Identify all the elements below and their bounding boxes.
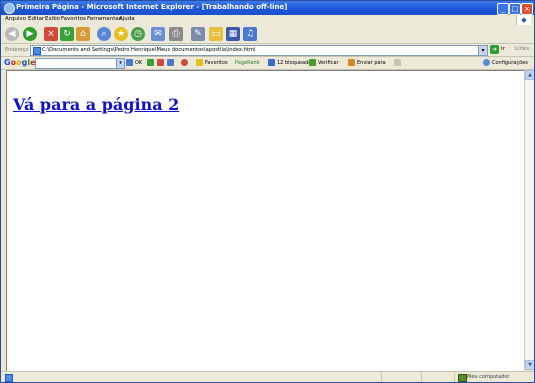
google-info-icon[interactable] [167, 59, 174, 66]
standard-toolbar: ◀ ▶ × ↻ ⌂ ⌕ ★ ◷ ✉ ⎙ ✎ ▭ ▦ ♫ [1, 25, 534, 44]
google-toolbar: Google ▾ OK Favoritos PageRank 12 bloque… [1, 57, 534, 70]
google-check-button[interactable]: Verificar [318, 60, 339, 66]
menu-item-ferramentas[interactable]: Ferramentas [87, 16, 122, 22]
vertical-scrollbar[interactable]: ▲ ▼ [524, 70, 534, 370]
scroll-up-icon[interactable]: ▲ [525, 70, 534, 80]
page-2-link[interactable]: Vá para a página 2 [13, 95, 179, 114]
forward-arrow-icon[interactable]: ▶ [23, 27, 37, 41]
address-label: Endereço [5, 47, 29, 53]
address-dropdown-button[interactable]: ▾ [478, 45, 488, 56]
status-bar: Meu computador [1, 371, 534, 382]
google-logo[interactable]: Google [4, 58, 36, 67]
status-divider [454, 373, 455, 382]
status-divider [421, 373, 422, 382]
google-search-input[interactable] [35, 58, 117, 69]
google-search-dropdown[interactable]: ▾ [116, 58, 125, 69]
scroll-down-icon[interactable]: ▼ [525, 360, 534, 370]
menu-item-arquivo[interactable]: Arquivo [5, 16, 26, 22]
spellcheck-icon[interactable] [309, 59, 316, 66]
go-arrow-icon[interactable]: ➜ [490, 45, 499, 54]
google-settings-button[interactable]: Configurações [492, 60, 528, 66]
edit-icon[interactable]: ✎ [191, 27, 205, 41]
ie-app-icon [4, 3, 15, 14]
star-icon[interactable]: ★ [114, 27, 128, 41]
google-star-icon[interactable] [196, 59, 203, 66]
settings-icon[interactable] [483, 59, 490, 66]
stop-icon[interactable]: × [44, 27, 58, 41]
title-bar: Primeira Página - Microsoft Internet Exp… [1, 1, 534, 15]
google-block-icon[interactable] [181, 59, 188, 66]
highlight-icon[interactable] [394, 59, 401, 66]
popup-blocked-count[interactable]: 12 bloqueado [277, 60, 311, 66]
menu-item-favoritos[interactable]: Favoritos [61, 16, 86, 22]
google-ok-button[interactable]: OK [135, 60, 142, 66]
google-favorites-button[interactable]: Favoritos [205, 60, 228, 66]
menu-item-ajuda[interactable]: Ajuda [119, 16, 135, 22]
home-icon[interactable]: ⌂ [76, 27, 90, 41]
address-input[interactable]: C:\Documents and Settings\Pedro Henrique… [30, 45, 480, 56]
go-button-label[interactable]: Ir [501, 46, 505, 52]
close-button[interactable]: × [521, 3, 533, 15]
search-icon[interactable]: ⌕ [97, 27, 111, 41]
menu-item-exibir[interactable]: Exibir [45, 16, 61, 22]
google-search-icon[interactable] [126, 59, 133, 66]
google-pagerank: PageRank [235, 60, 260, 66]
popup-blocker-icon[interactable] [268, 59, 275, 66]
status-divider [381, 373, 382, 382]
google-send-button[interactable]: Enviar para [357, 60, 386, 66]
send-to-icon[interactable] [348, 59, 355, 66]
page-content: Vá para a página 2 [6, 70, 524, 371]
history-icon[interactable]: ◷ [131, 27, 145, 41]
links-label[interactable]: Links [515, 46, 529, 52]
status-page-icon [5, 374, 13, 382]
my-computer-icon [458, 374, 467, 382]
security-zone: Meu computador [467, 374, 510, 380]
back-arrow-icon[interactable]: ◀ [5, 27, 19, 41]
address-url[interactable]: C:\Documents and Settings\Pedro Henrique… [42, 47, 255, 53]
menu-bar: Arquivo Editar Exibir Favoritos Ferramen… [1, 15, 534, 25]
folder-icon[interactable]: ▭ [209, 27, 223, 41]
media-icon[interactable]: ♫ [243, 27, 257, 41]
menu-item-editar[interactable]: Editar [28, 16, 44, 22]
maximize-button[interactable]: □ [509, 3, 521, 15]
print-icon[interactable]: ⎙ [169, 27, 183, 41]
google-news-icon[interactable] [157, 59, 164, 66]
messenger-icon[interactable]: ▦ [226, 27, 240, 41]
refresh-icon[interactable]: ↻ [60, 27, 74, 41]
minimize-button[interactable]: _ [497, 3, 509, 15]
google-tool-icon[interactable] [147, 59, 154, 66]
page-icon [33, 47, 41, 55]
address-bar: Endereço C:\Documents and Settings\Pedro… [1, 44, 534, 57]
browser-window: Primeira Página - Microsoft Internet Exp… [0, 0, 535, 383]
window-title: Primeira Página - Microsoft Internet Exp… [16, 3, 288, 11]
windows-logo-icon: ◆ [516, 15, 531, 25]
mail-icon[interactable]: ✉ [151, 27, 165, 41]
